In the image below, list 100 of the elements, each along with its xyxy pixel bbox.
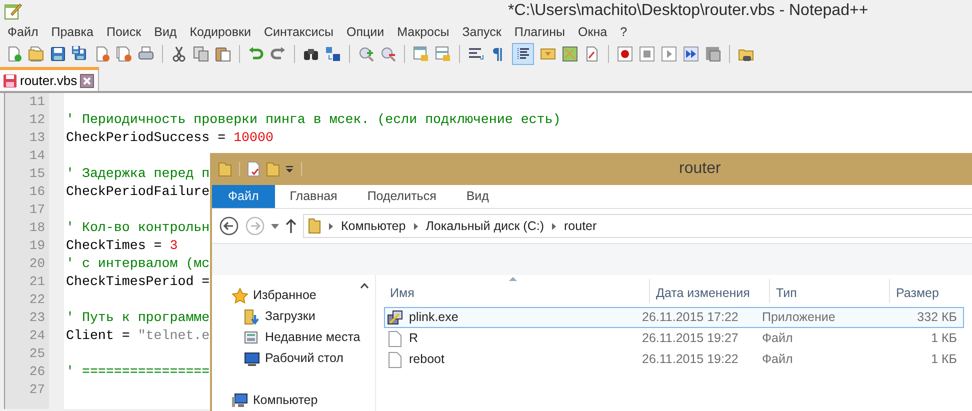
document-icon[interactable] [584, 46, 600, 62]
line-number: 23 [28, 309, 46, 327]
menu-item[interactable]: Запуск [456, 22, 508, 42]
file-size: 1 КБ [930, 330, 957, 348]
window-title: *C:\Users\machito\Desktop\router.vbs - Notepad++ [508, 3, 868, 19]
close-file-icon[interactable] [94, 46, 110, 62]
address-bar[interactable]: Компьютер Локальный диск (C:) router [303, 214, 972, 238]
menu-item[interactable]: Окна [572, 22, 614, 42]
word-wrap-button[interactable] [512, 43, 534, 65]
menu-item[interactable]: Правка [44, 22, 100, 42]
line-number: 26 [28, 363, 46, 381]
column-header[interactable]: Тип [769, 279, 889, 303]
code-line: ' ================ [66, 363, 210, 381]
file-date: 26.11.2015 19:27 [642, 330, 740, 348]
code-line: CheckTimesPeriod = [66, 273, 210, 291]
chevron-right-icon[interactable] [551, 222, 557, 230]
cut-icon[interactable] [171, 46, 187, 62]
play-icon[interactable] [661, 46, 677, 62]
window-title: router [679, 159, 721, 179]
file-size: 332 КБ [916, 309, 957, 326]
nav-item[interactable]: Загрузки [265, 307, 316, 326]
ribbon-tab[interactable]: Поделиться [352, 185, 452, 208]
code-line: CheckPeriodFailure [66, 183, 210, 201]
file-tab[interactable]: router.vbs [0, 67, 100, 91]
file-icon [387, 330, 403, 346]
downloads-folder-icon [244, 308, 260, 324]
copy-icon[interactable] [193, 46, 209, 62]
new-file-icon[interactable] [6, 46, 22, 62]
breadcrumb-item[interactable]: Компьютер [341, 216, 406, 236]
close-all-icon[interactable] [116, 46, 132, 62]
computer-icon [232, 392, 248, 408]
dropdown-icon[interactable] [285, 165, 294, 173]
stop-icon[interactable] [639, 46, 655, 62]
nav-item[interactable]: Избранное [253, 286, 316, 305]
line-number: 15 [28, 165, 46, 183]
close-icon[interactable] [80, 74, 94, 88]
window-lock-icon[interactable] [435, 46, 451, 62]
line-number: 20 [28, 255, 46, 273]
ribbon-tab[interactable]: Файл [212, 185, 275, 208]
menu-item[interactable]: Опции [340, 22, 391, 42]
chevron-right-icon[interactable] [412, 222, 419, 230]
line-number: 12 [28, 111, 46, 129]
line-number: 21 [28, 273, 46, 291]
print-icon[interactable] [138, 46, 154, 62]
save-icon [3, 74, 17, 88]
zoom-out-icon[interactable] [380, 46, 396, 62]
file-row[interactable]: reboot 26.11.2015 19:22 Файл 1 КБ [384, 349, 964, 370]
line-number: 25 [28, 345, 46, 363]
nav-item[interactable]: Рабочий стол [265, 349, 344, 368]
paste-icon[interactable] [215, 46, 231, 62]
window-lock-icon[interactable] [413, 46, 429, 62]
line-number: 17 [28, 201, 46, 219]
properties-icon[interactable] [247, 161, 261, 177]
search-icon[interactable] [303, 46, 319, 62]
replace-icon[interactable] [325, 46, 341, 62]
text-lines-icon[interactable] [468, 46, 484, 62]
menu-item[interactable]: Плагины [508, 22, 572, 42]
zoom-in-icon[interactable] [358, 46, 374, 62]
menu-item[interactable]: Кодировки [183, 22, 258, 42]
menu-item[interactable]: Вид [148, 22, 184, 42]
up-arrow-icon[interactable] [285, 218, 297, 234]
column-header[interactable]: Дата изменения [649, 279, 769, 303]
save-icon[interactable] [50, 46, 66, 62]
file-date: 26.11.2015 19:22 [642, 351, 740, 368]
nav-item[interactable]: Недавние места [265, 328, 360, 347]
column-header[interactable]: Размер [889, 279, 969, 303]
chevron-right-icon[interactable] [328, 222, 334, 230]
file-icon [387, 352, 403, 368]
file-name: plink.exe [409, 309, 458, 326]
breadcrumb-item[interactable]: Локальный диск (C:) [426, 216, 544, 236]
save-all-icon[interactable] [72, 46, 88, 62]
code-line: ' Кол-во контрольн [66, 219, 210, 237]
scroll-up-icon[interactable] [360, 283, 369, 289]
record-icon[interactable] [617, 46, 633, 62]
menu-item[interactable]: Поиск [100, 22, 148, 42]
window-list-icon[interactable] [705, 46, 721, 62]
code-line: ' Периодичность проверки пинга в мсек. (если подключение есть) [66, 111, 561, 129]
file-name: reboot [409, 351, 444, 368]
menu-item[interactable]: ? [614, 22, 634, 42]
menu-item[interactable]: Макросы [390, 22, 456, 42]
redo-icon[interactable] [270, 46, 286, 62]
nav-item[interactable]: Компьютер [253, 391, 318, 410]
fast-forward-icon[interactable] [683, 46, 699, 62]
ribbon-tab[interactable]: Вид [451, 185, 504, 208]
code-line: CheckPeriodSuccess = 10000 [66, 129, 274, 147]
back-icon[interactable] [219, 216, 239, 236]
undo-icon[interactable] [248, 46, 264, 62]
indent-guide-icon [515, 46, 531, 62]
notepad-app-icon [4, 2, 22, 20]
breadcrumb-item[interactable]: router [564, 216, 597, 236]
file-row[interactable]: R 26.11.2015 19:27 Файл 1 КБ [384, 328, 964, 349]
menu-item[interactable]: Синтаксисы [257, 22, 340, 42]
file-row[interactable]: plink.exe 26.11.2015 17:22 Приложение 332 КБ [384, 307, 964, 328]
line-number: 22 [28, 291, 46, 309]
ribbon-tab[interactable]: Главная [274, 185, 352, 208]
application-icon [387, 310, 403, 326]
menu-item[interactable]: Файл [1, 22, 45, 42]
sort-arrow-icon [509, 277, 517, 281]
dropdown-icon[interactable] [271, 224, 279, 228]
column-header[interactable]: Имя [376, 279, 649, 303]
